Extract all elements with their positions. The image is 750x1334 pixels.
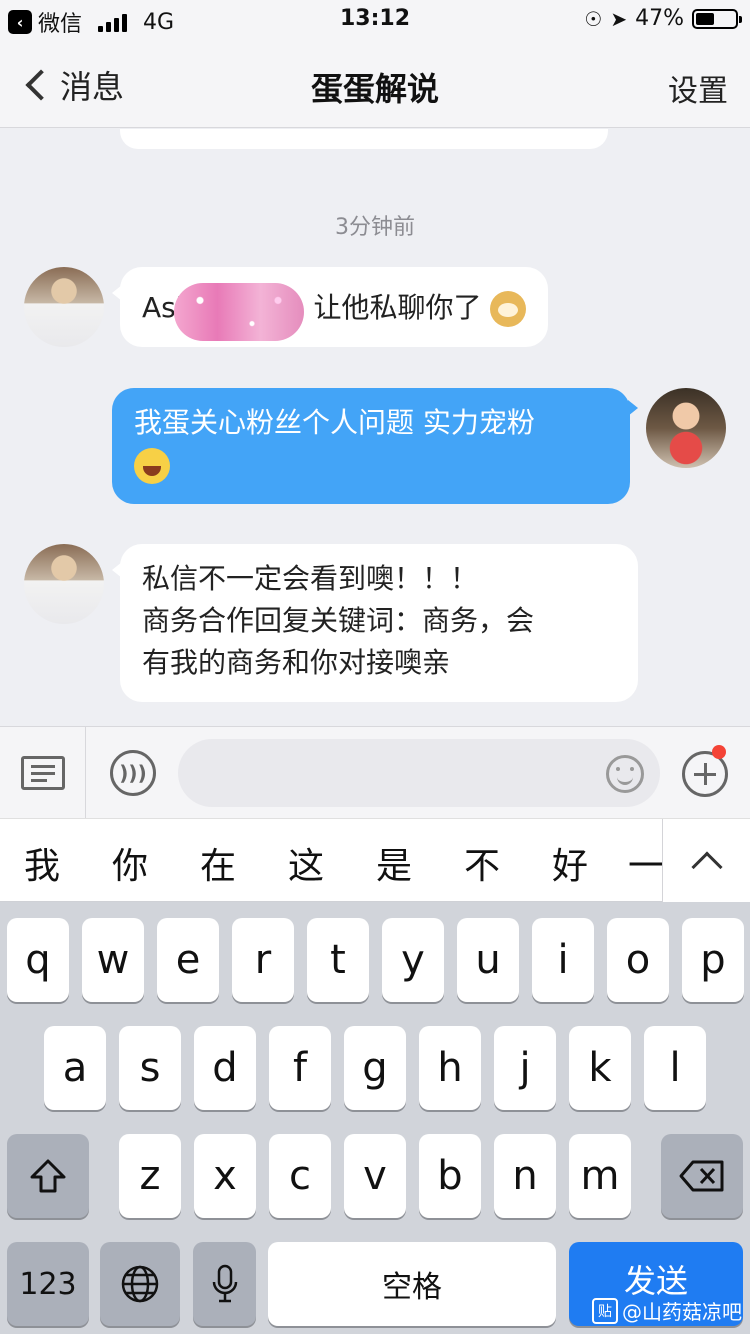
shift-arrow-icon (30, 1159, 66, 1193)
key-w[interactable]: w (82, 918, 144, 1002)
input-bar: ))) (0, 726, 750, 819)
previous-message-bubble[interactable] (120, 129, 608, 149)
message-timestamp: 3分钟前 (335, 215, 415, 240)
key-x[interactable]: x (194, 1134, 256, 1218)
key-t[interactable]: t (307, 918, 369, 1002)
candidate-word[interactable]: 是 (364, 837, 424, 889)
dictation-key[interactable] (193, 1242, 256, 1326)
message-text: 我蛋关心粉丝个人问题 实力宠粉 (134, 406, 535, 439)
voice-input-icon[interactable]: ))) (110, 750, 156, 796)
laughing-tears-emoji-icon (134, 448, 170, 484)
page-title: 蛋蛋解说 (310, 70, 439, 108)
candidate-word[interactable]: 一 (628, 837, 662, 889)
candidate-word[interactable]: 我 (12, 837, 72, 889)
rotation-lock-icon: ☉ (584, 6, 603, 31)
shift-key[interactable] (7, 1134, 89, 1218)
settings-button[interactable]: 设置 (668, 66, 728, 110)
status-bar: ‹ 微信 4G 13:12 ☉ ➤ 47% (0, 0, 750, 40)
key-k[interactable]: k (569, 1026, 631, 1110)
chat-area[interactable]: 3分钟前 Asl 让他私聊你了 我蛋关心粉丝个人问题 实力宠粉 私信不一定会看到噢… (0, 129, 750, 726)
key-h[interactable]: h (419, 1026, 481, 1110)
space-key[interactable]: 空格 (268, 1242, 556, 1326)
status-right: ☉ ➤ 47% (584, 6, 742, 31)
key-l[interactable]: l (644, 1026, 706, 1110)
sticker-mask-icon (173, 283, 304, 341)
message-bubble-incoming[interactable]: Asl 让他私聊你了 (111, 267, 549, 347)
message-bubble-outgoing[interactable]: 我蛋关心粉丝个人问题 实力宠粉 (112, 388, 638, 504)
language-switch-key[interactable] (100, 1242, 180, 1326)
key-e[interactable]: e (157, 918, 219, 1002)
menu-toggle-button[interactable] (0, 727, 86, 819)
key-r[interactable]: r (232, 918, 294, 1002)
key-i[interactable]: i (532, 918, 594, 1002)
key-o[interactable]: o (607, 918, 669, 1002)
microphone-icon (212, 1264, 237, 1303)
watermark: 贴 @山药菇凉吧 (592, 1296, 742, 1325)
key-n[interactable]: n (494, 1134, 556, 1218)
location-icon: ➤ (610, 6, 628, 31)
message-bubble-incoming[interactable]: 私信不一定会看到噢！！！ 商务合作回复关键词：商务，会 有我的商务和你对接噢亲 (112, 544, 638, 702)
key-c[interactable]: c (269, 1134, 331, 1218)
message-text: 让他私聊你了 (313, 291, 482, 324)
message-line: 私信不一定会看到噢！！！ (142, 562, 479, 595)
emoji-picker-icon[interactable] (606, 755, 644, 793)
backspace-icon (679, 1160, 724, 1192)
message-line: 有我的商务和你对接噢亲 (142, 646, 451, 679)
keyboard: q w e r t y u i o p a s d f g h j k l z … (0, 902, 750, 1334)
key-z[interactable]: z (119, 1134, 181, 1218)
expand-candidates-button[interactable] (662, 819, 750, 903)
my-avatar[interactable] (646, 388, 726, 468)
key-u[interactable]: u (457, 918, 519, 1002)
menu-icon (20, 756, 65, 790)
candidate-word[interactable]: 好 (540, 837, 600, 889)
message-line: 商务合作回复关键词：商务，会 (142, 604, 535, 637)
key-b[interactable]: b (419, 1134, 481, 1218)
watermark-text: @山药菇凉吧 (622, 1300, 742, 1324)
delete-key[interactable] (661, 1134, 743, 1218)
key-a[interactable]: a (44, 1026, 106, 1110)
battery-icon (692, 8, 742, 29)
contact-avatar[interactable] (24, 544, 104, 624)
ime-candidate-bar: 我 你 在 这 是 不 好 一 (0, 818, 750, 903)
candidate-word[interactable]: 在 (188, 837, 248, 889)
globe-icon (121, 1265, 159, 1303)
navigation-bar: 消息 蛋蛋解说 设置 (0, 40, 750, 128)
key-v[interactable]: v (344, 1134, 406, 1218)
key-f[interactable]: f (269, 1026, 331, 1110)
numbers-key[interactable]: 123 (7, 1242, 89, 1326)
contact-avatar[interactable] (24, 267, 104, 347)
key-j[interactable]: j (494, 1026, 556, 1110)
key-q[interactable]: q (7, 918, 69, 1002)
key-g[interactable]: g (344, 1026, 406, 1110)
doge-emoji-icon (490, 291, 527, 327)
battery-percent: 47% (635, 6, 684, 31)
tieba-badge-icon: 贴 (592, 1297, 618, 1324)
key-p[interactable]: p (682, 918, 744, 1002)
key-m[interactable]: m (569, 1134, 631, 1218)
candidate-word[interactable]: 你 (100, 837, 160, 889)
notification-dot (712, 745, 726, 759)
chevron-up-icon (690, 851, 723, 883)
key-y[interactable]: y (382, 918, 444, 1002)
key-s[interactable]: s (119, 1026, 181, 1110)
message-input[interactable] (178, 739, 660, 807)
candidate-word[interactable]: 不 (452, 837, 512, 889)
key-d[interactable]: d (194, 1026, 256, 1110)
candidate-word[interactable]: 这 (276, 837, 336, 889)
